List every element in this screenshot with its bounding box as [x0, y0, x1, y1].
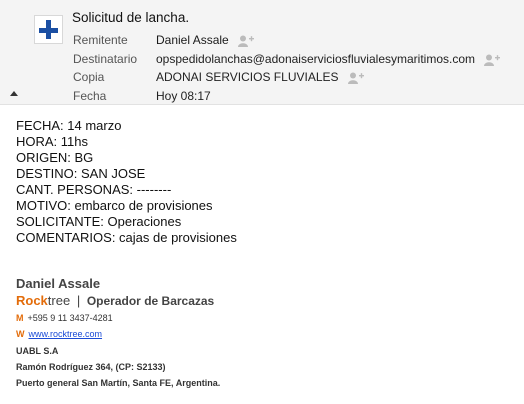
body-line: CANT. PERSONAS: --------	[16, 182, 172, 197]
body-line: FECHA: 14 marzo	[16, 118, 122, 133]
signature-name: Daniel Assale	[16, 276, 101, 291]
body-line: DESTINO: SAN JOSE	[16, 166, 146, 181]
brand-rock: Rock	[16, 293, 48, 308]
signature-phone-row: M +595 9 11 3437-4281	[16, 313, 113, 323]
body-line: MOTIVO: embarco de provisiones	[16, 198, 213, 213]
date-label: Fecha	[73, 89, 107, 103]
body-line: COMENTARIOS: cajas de provisiones	[16, 230, 237, 245]
signature-phone: +595 9 11 3437-4281	[27, 313, 113, 323]
brand-separator: |	[76, 293, 81, 308]
add-contact-icon[interactable]	[238, 35, 255, 47]
body-line: ORIGEN: BG	[16, 150, 94, 165]
signature-brand: Rocktree | Operador de Barcazas	[16, 293, 214, 308]
to-value[interactable]: opspedidolanchas@adonaiserviciosfluviale…	[156, 50, 501, 68]
signature-address-1: Ramón Rodríguez 364, (CP: S2133)	[16, 362, 166, 372]
collapse-icon[interactable]	[10, 91, 18, 96]
message-subject: Solicitud de lancha.	[72, 10, 190, 25]
signature-role: Operador de Barcazas	[86, 294, 215, 308]
brand-tree: tree	[47, 293, 71, 308]
web-letter: W	[16, 329, 25, 339]
cc-value[interactable]: ADONAI SERVICIOS FLUVIALES	[156, 68, 364, 86]
from-value[interactable]: Daniel Assale	[156, 31, 255, 49]
cc-label: Copia	[73, 70, 105, 84]
phone-letter: M	[16, 313, 24, 323]
signature-web-row: Wwww.rocktree.com	[16, 329, 102, 339]
sender-avatar-icon	[34, 15, 63, 44]
add-contact-icon[interactable]	[484, 54, 501, 66]
date-value: Hoy 08:17	[156, 89, 211, 103]
body-line: SOLICITANTE: Operaciones	[16, 214, 182, 229]
body-line: HORA: 11hs	[16, 134, 89, 149]
signature-company: UABL S.A	[16, 346, 59, 356]
signature-website-link[interactable]: www.rocktree.com	[29, 329, 103, 339]
signature-address-2: Puerto general San Martín, Santa FE, Arg…	[16, 378, 221, 388]
add-contact-icon[interactable]	[347, 72, 364, 84]
from-label: Remitente	[73, 33, 128, 47]
to-label: Destinatario	[73, 52, 138, 66]
message-header: Solicitud de lancha. Remitente Daniel As…	[0, 0, 524, 105]
